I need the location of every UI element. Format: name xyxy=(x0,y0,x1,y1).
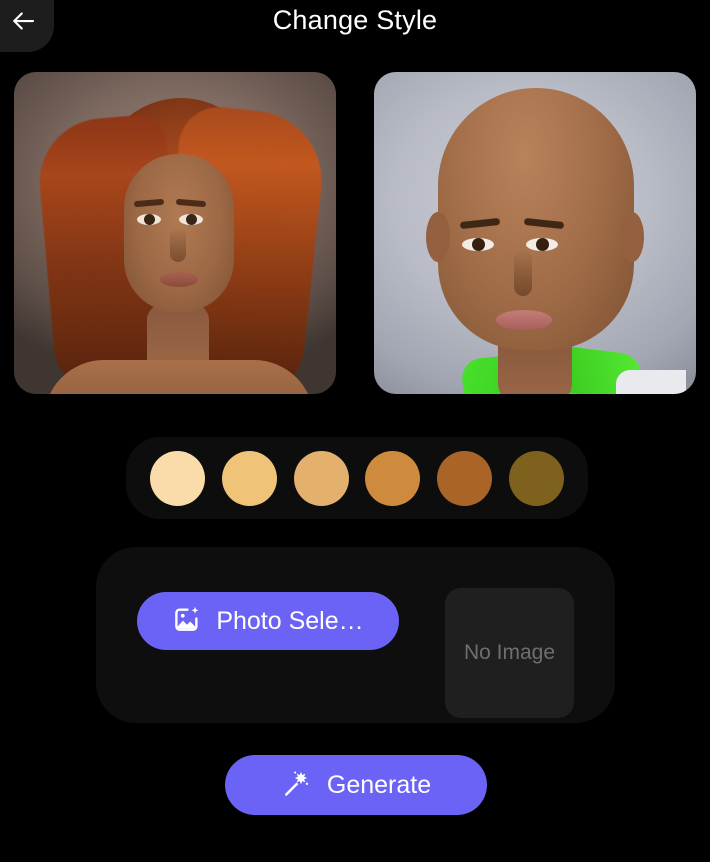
pupil-left xyxy=(472,238,485,251)
app-header: Change Style xyxy=(0,0,710,54)
skin-tone-swatch-1[interactable] xyxy=(150,450,205,506)
skin-tone-swatch-4[interactable] xyxy=(365,450,421,506)
original-portrait-thumbnail[interactable] xyxy=(14,72,336,394)
magic-wand-icon xyxy=(281,768,311,803)
no-image-label: No Image xyxy=(463,641,556,664)
skin-tone-swatch-2[interactable] xyxy=(221,450,277,506)
lips xyxy=(496,310,552,330)
nose xyxy=(170,228,186,262)
photo-preview-placeholder[interactable]: No Image xyxy=(445,588,574,718)
ear-left xyxy=(426,212,450,262)
skin-tone-strip xyxy=(126,437,588,519)
photo-panel: Photo Sele… No Image xyxy=(96,547,615,723)
ear-right xyxy=(620,212,644,262)
page-title: Change Style xyxy=(272,5,438,35)
pupil-right xyxy=(536,238,549,251)
pupil-right xyxy=(186,214,197,225)
nose xyxy=(514,250,532,296)
lips xyxy=(160,272,198,287)
pupil-left xyxy=(144,214,155,225)
white-garment xyxy=(616,370,686,394)
generate-button[interactable]: Generate xyxy=(225,755,487,815)
generate-label: Generate xyxy=(326,770,432,799)
shoulders xyxy=(44,360,314,394)
skin-tone-swatch-6[interactable] xyxy=(508,450,564,506)
skin-tone-swatch-3[interactable] xyxy=(293,450,349,506)
preview-row xyxy=(14,72,696,394)
styled-portrait-thumbnail[interactable] xyxy=(374,72,696,394)
photo-select-label: Photo Sele… xyxy=(216,606,364,635)
skin-tone-swatch-5[interactable] xyxy=(437,450,493,506)
image-sparkle-icon xyxy=(172,604,202,639)
photo-select-button[interactable]: Photo Sele… xyxy=(137,592,399,650)
